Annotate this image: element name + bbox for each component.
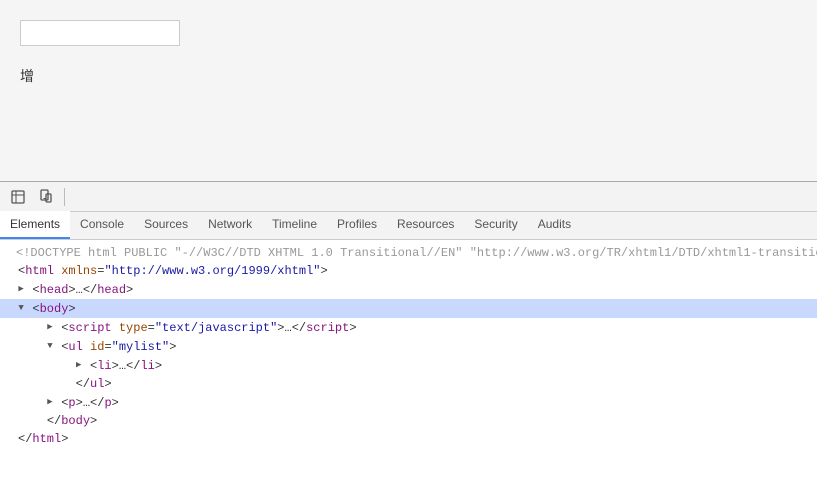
devtools-tabs: Elements Console Sources Network Timelin… bbox=[0, 212, 817, 240]
toolbar-separator bbox=[64, 188, 65, 206]
tab-console[interactable]: Console bbox=[70, 211, 134, 239]
tab-audits[interactable]: Audits bbox=[528, 211, 581, 239]
p-arrow[interactable] bbox=[47, 393, 61, 412]
tab-network[interactable]: Network bbox=[198, 211, 262, 239]
tab-elements[interactable]: Elements bbox=[0, 211, 70, 239]
line-head[interactable]: <head>…</head> bbox=[0, 280, 817, 299]
page-content: 增 bbox=[0, 0, 817, 180]
line-script[interactable]: <script type="text/javascript">…</script… bbox=[0, 318, 817, 337]
device-mode-button[interactable] bbox=[32, 184, 60, 210]
line-p[interactable]: <p>…</p> bbox=[0, 393, 817, 412]
head-arrow[interactable] bbox=[18, 280, 32, 299]
ul-arrow[interactable] bbox=[47, 337, 61, 356]
no-arrow2 bbox=[4, 262, 18, 280]
line-li[interactable]: <li>…</li> bbox=[0, 356, 817, 375]
line-ul-close[interactable]: </ul> bbox=[0, 375, 817, 393]
tab-timeline[interactable]: Timeline bbox=[262, 211, 327, 239]
devtools-html-content[interactable]: <!DOCTYPE html PUBLIC "-//W3C//DTD XHTML… bbox=[0, 240, 817, 501]
inspect-element-button[interactable] bbox=[4, 184, 32, 210]
body-arrow[interactable] bbox=[18, 299, 32, 318]
tab-resources[interactable]: Resources bbox=[387, 211, 464, 239]
tab-security[interactable]: Security bbox=[464, 211, 527, 239]
device-icon bbox=[38, 189, 54, 205]
no-arrow4 bbox=[33, 412, 47, 430]
inspect-icon bbox=[10, 189, 26, 205]
li-arrow[interactable] bbox=[76, 356, 90, 375]
tab-profiles[interactable]: Profiles bbox=[327, 211, 387, 239]
line-html-close[interactable]: </html> bbox=[0, 430, 817, 448]
devtools-toolbar bbox=[0, 182, 817, 212]
no-arrow3 bbox=[62, 375, 76, 393]
line-doctype[interactable]: <!DOCTYPE html PUBLIC "-//W3C//DTD XHTML… bbox=[0, 244, 817, 262]
line-html-open[interactable]: <html xmlns="http://www.w3.org/1999/xhtm… bbox=[0, 262, 817, 280]
page-input[interactable] bbox=[20, 20, 180, 46]
script-arrow[interactable] bbox=[47, 318, 61, 337]
tab-sources[interactable]: Sources bbox=[134, 211, 198, 239]
devtools-panel: Elements Console Sources Network Timelin… bbox=[0, 181, 817, 501]
line-body-close[interactable]: </body> bbox=[0, 412, 817, 430]
line-ul-open[interactable]: <ul id="mylist"> bbox=[0, 337, 817, 356]
no-arrow5 bbox=[4, 430, 18, 448]
chinese-label: 增 bbox=[20, 66, 34, 86]
line-body-open[interactable]: <body> bbox=[0, 299, 817, 318]
no-arrow bbox=[4, 244, 16, 262]
